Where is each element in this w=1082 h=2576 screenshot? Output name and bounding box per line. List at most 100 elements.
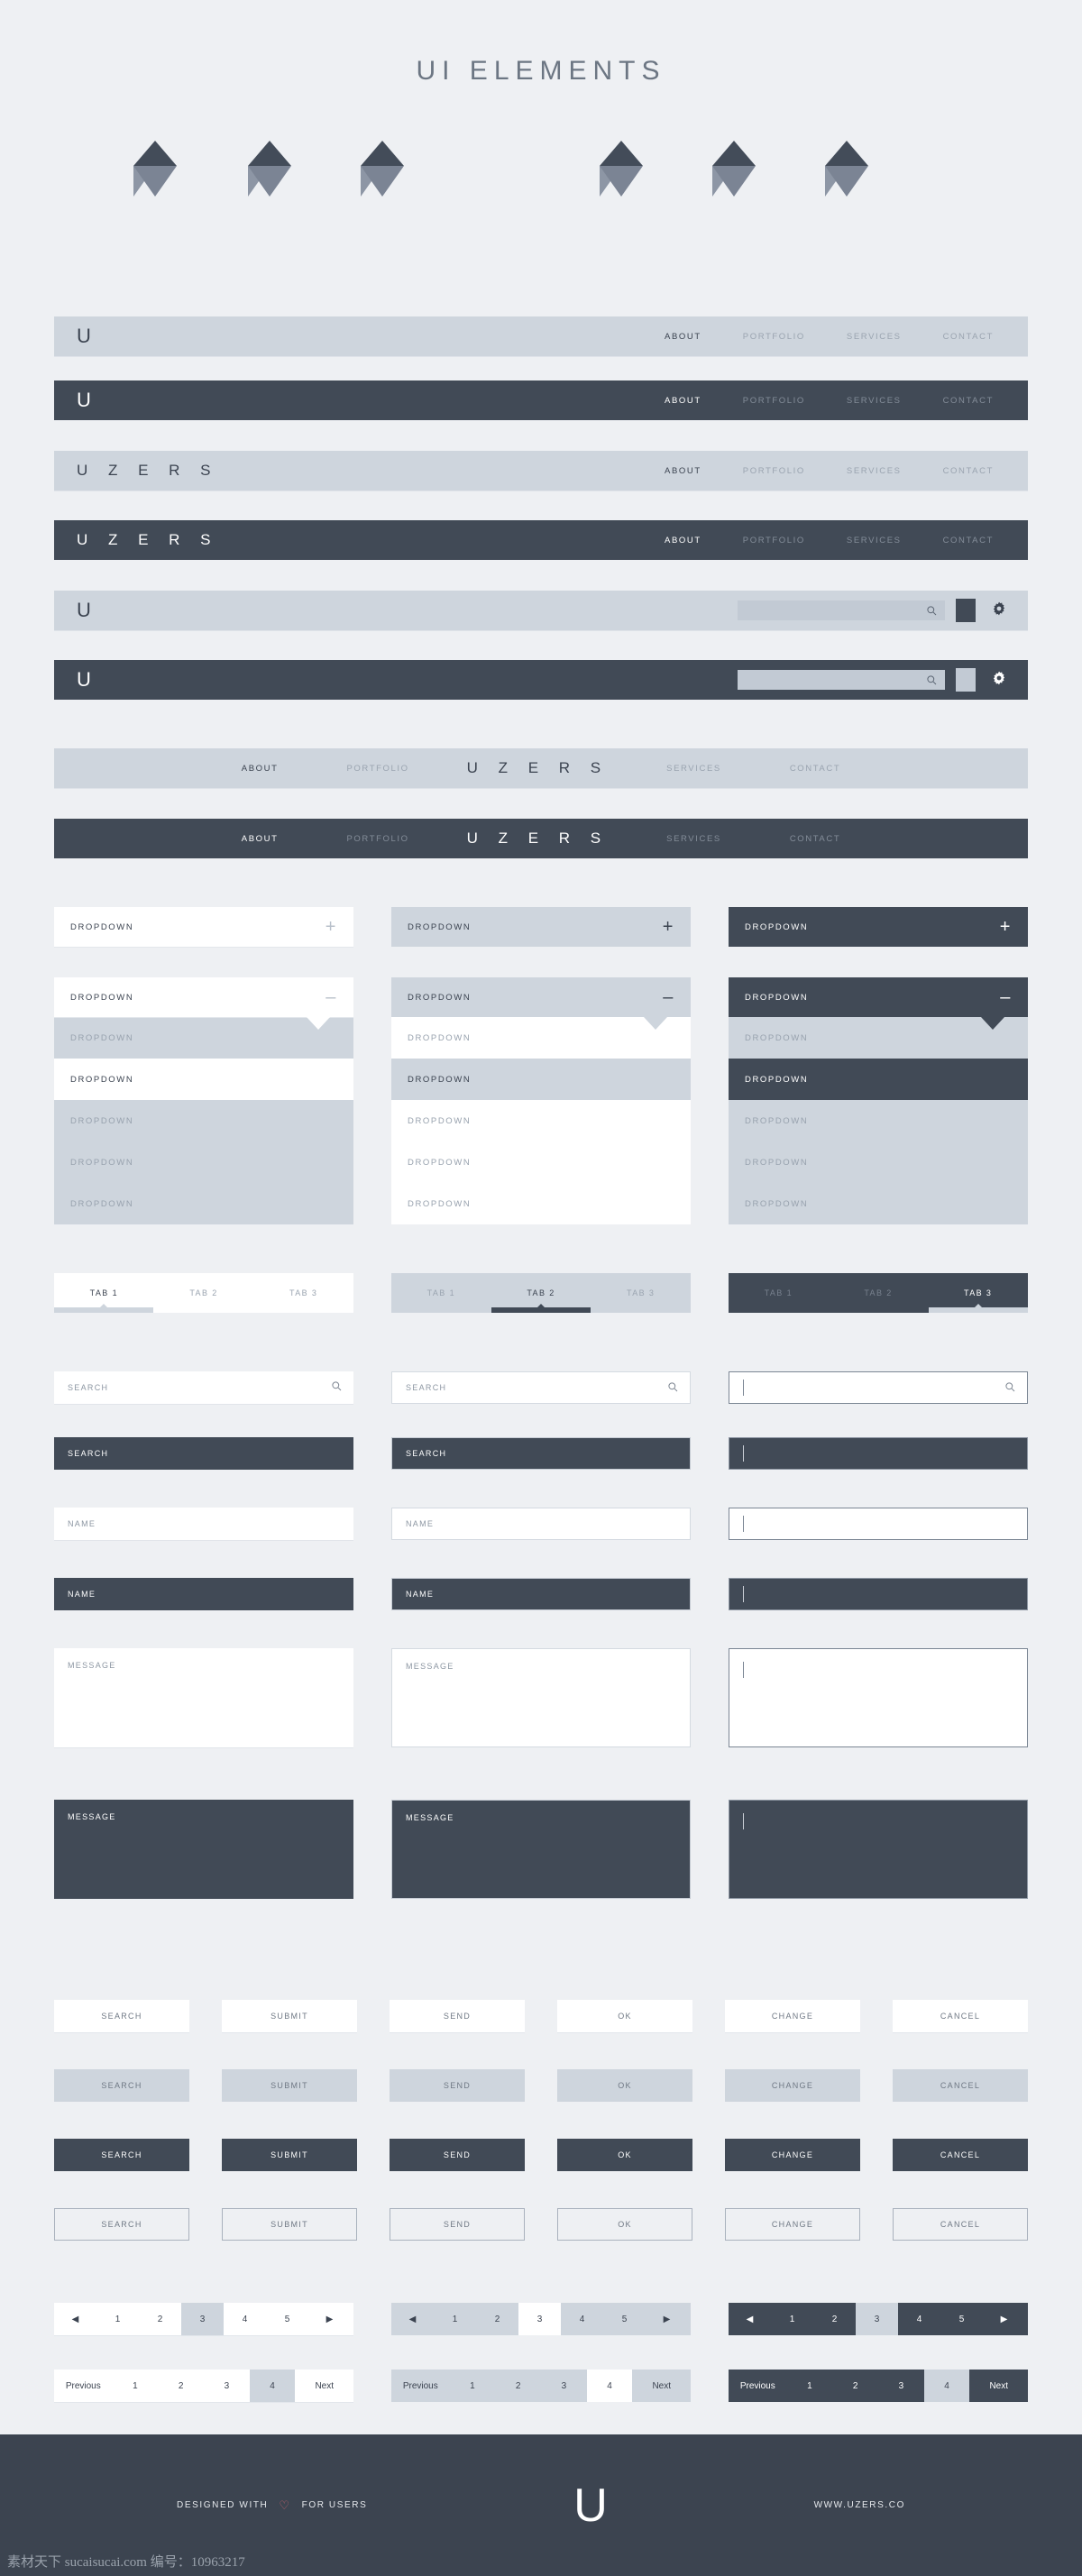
message-textarea-white[interactable]: MESSAGE [54,1648,353,1747]
pagination-page-1[interactable]: 1 [771,2303,813,2335]
dropdown-closed-dark[interactable]: DROPDOWN + [729,907,1028,947]
pagination-next-button[interactable]: Next [295,2370,353,2402]
button-ok[interactable]: OK [557,2069,692,2102]
search-input-white[interactable]: SEARCH [54,1371,353,1404]
gear-icon[interactable] [992,671,1006,690]
button-send[interactable]: SEND [390,2000,525,2032]
nav-link-services[interactable]: SERVICES [847,332,902,342]
button-search[interactable]: SEARCH [54,2069,189,2102]
pagination-next-button[interactable]: Next [632,2370,691,2402]
pagination-page-2[interactable]: 2 [158,2370,204,2402]
navbar-light-search[interactable]: U [54,591,1028,630]
pagination-page-5[interactable]: 5 [603,2303,646,2335]
pagination-dark[interactable]: ◀ 1 2 3 4 5 ▶ [729,2303,1028,2335]
pagination-page-3[interactable]: 3 [181,2303,224,2335]
navbar-dark-centered[interactable]: ABOUT PORTFOLIO U Z E R S SERVICES CONTA… [54,819,1028,858]
pagination-page-3[interactable]: 3 [878,2370,924,2402]
nav-link-contact[interactable]: CONTACT [790,764,840,774]
pagination-page-1[interactable]: 1 [96,2303,139,2335]
pagination-word-dark[interactable]: Previous 1 2 3 4 Next [729,2370,1028,2402]
dropdown-item[interactable]: DROPDOWN [391,1141,691,1183]
nav-link-contact[interactable]: CONTACT [943,536,994,545]
navbar-dark-mark[interactable]: U ABOUT PORTFOLIO SERVICES CONTACT [54,380,1028,420]
dropdown-item[interactable]: DROPDOWN [54,1141,353,1183]
pagination-page-5[interactable]: 5 [266,2303,308,2335]
tabbar-light[interactable]: TAB 1 TAB 2 TAB 3 [54,1273,353,1313]
navbar-light-mark[interactable]: U ABOUT PORTFOLIO SERVICES CONTACT [54,316,1028,356]
nav-link-about[interactable]: ABOUT [665,536,701,545]
dropdown-header[interactable]: DROPDOWN + [54,907,353,947]
tab-3[interactable]: TAB 3 [591,1273,691,1313]
dropdown-item[interactable]: DROPDOWN [391,1183,691,1224]
nav-link-portfolio[interactable]: PORTFOLIO [743,536,805,545]
dropdown-open-light[interactable]: DROPDOWN – DROPDOWN DROPDOWN DROPDOWN DR… [391,977,691,1224]
pagination-page-4[interactable]: 4 [898,2303,940,2335]
pagination-page-3[interactable]: 3 [541,2370,587,2402]
pagination-previous-button[interactable]: Previous [391,2370,450,2402]
button-change[interactable]: CHANGE [725,2139,860,2171]
message-textarea-dark-bordered[interactable]: MESSAGE [391,1800,691,1899]
pagination-white[interactable]: ◀ 1 2 3 4 5 ▶ [54,2303,353,2335]
button-send[interactable]: SEND [390,2208,525,2241]
dropdown-open-dark[interactable]: DROPDOWN – DROPDOWN DROPDOWN DROPDOWN DR… [729,977,1028,1224]
dropdown-item[interactable]: DROPDOWN [391,1100,691,1141]
name-input-white-bordered[interactable]: NAME [391,1508,691,1540]
message-textarea-focused[interactable] [729,1648,1028,1747]
tab-2[interactable]: TAB 2 [829,1273,929,1313]
dropdown-header[interactable]: DROPDOWN + [729,907,1028,947]
logo-mark-icon[interactable]: U [77,325,92,348]
pagination-page-1[interactable]: 1 [787,2370,833,2402]
search-input[interactable] [738,600,945,620]
nav-link-portfolio[interactable]: PORTFOLIO [743,396,805,406]
search-input[interactable] [738,670,945,690]
button-search[interactable]: SEARCH [54,2139,189,2171]
pagination-previous-button[interactable]: Previous [729,2370,787,2402]
pagination-page-2[interactable]: 2 [139,2303,181,2335]
nav-link-services[interactable]: SERVICES [666,764,721,774]
pagination-page-1[interactable]: 1 [434,2303,476,2335]
pagination-page-4[interactable]: 4 [224,2303,266,2335]
nav-link-portfolio[interactable]: PORTFOLIO [347,764,409,774]
button-change[interactable]: CHANGE [725,2069,860,2102]
button-send[interactable]: SEND [390,2069,525,2102]
search-input-dark[interactable]: SEARCH [54,1437,353,1470]
name-input-focused[interactable] [729,1508,1028,1540]
nav-link-about[interactable]: ABOUT [665,466,701,476]
button-submit[interactable]: SUBMIT [222,2208,357,2241]
search-input-dark-focused[interactable] [729,1437,1028,1470]
pagination-page-2[interactable]: 2 [495,2370,541,2402]
button-change[interactable]: CHANGE [725,2000,860,2032]
pagination-page-4[interactable]: 4 [586,2370,633,2402]
search-input-focused[interactable] [729,1371,1028,1404]
tab-2[interactable]: TAB 2 [154,1273,254,1313]
pagination-light[interactable]: ◀ 1 2 3 4 5 ▶ [391,2303,691,2335]
pagination-page-2[interactable]: 2 [813,2303,856,2335]
nav-link-contact[interactable]: CONTACT [790,834,840,844]
nav-link-contact[interactable]: CONTACT [943,466,994,476]
navbar-dark-wordmark[interactable]: U Z E R S ABOUT PORTFOLIO SERVICES CONTA… [54,520,1028,560]
pagination-next-icon[interactable]: ▶ [983,2303,1025,2335]
pagination-prev-icon[interactable]: ◀ [729,2303,771,2335]
name-input-white[interactable]: NAME [54,1508,353,1540]
dropdown-closed-light[interactable]: DROPDOWN + [391,907,691,947]
message-textarea-dark[interactable]: MESSAGE [54,1800,353,1899]
logo-wordmark[interactable]: U Z E R S [467,759,610,777]
gear-icon[interactable] [992,601,1006,620]
tabbar-dark[interactable]: TAB 1 TAB 2 TAB 3 [729,1273,1028,1313]
pagination-page-4[interactable]: 4 [249,2370,296,2402]
name-input-dark-bordered[interactable]: NAME [391,1578,691,1610]
button-ok[interactable]: OK [557,2208,692,2241]
dropdown-item[interactable]: DROPDOWN [729,1100,1028,1141]
button-send[interactable]: SEND [390,2139,525,2171]
dropdown-item[interactable]: DROPDOWN [391,1059,691,1100]
dropdown-header[interactable]: DROPDOWN – [54,977,353,1017]
dropdown-item[interactable]: DROPDOWN [729,1183,1028,1224]
button-ok[interactable]: OK [557,2139,692,2171]
dropdown-item[interactable]: DROPDOWN [54,1100,353,1141]
button-change[interactable]: CHANGE [725,2208,860,2241]
tab-1[interactable]: TAB 1 [729,1273,829,1313]
message-textarea-dark-focused[interactable] [729,1800,1028,1899]
pagination-next-icon[interactable]: ▶ [308,2303,351,2335]
logo-wordmark[interactable]: U Z E R S [467,830,610,848]
name-input-dark-focused[interactable] [729,1578,1028,1610]
